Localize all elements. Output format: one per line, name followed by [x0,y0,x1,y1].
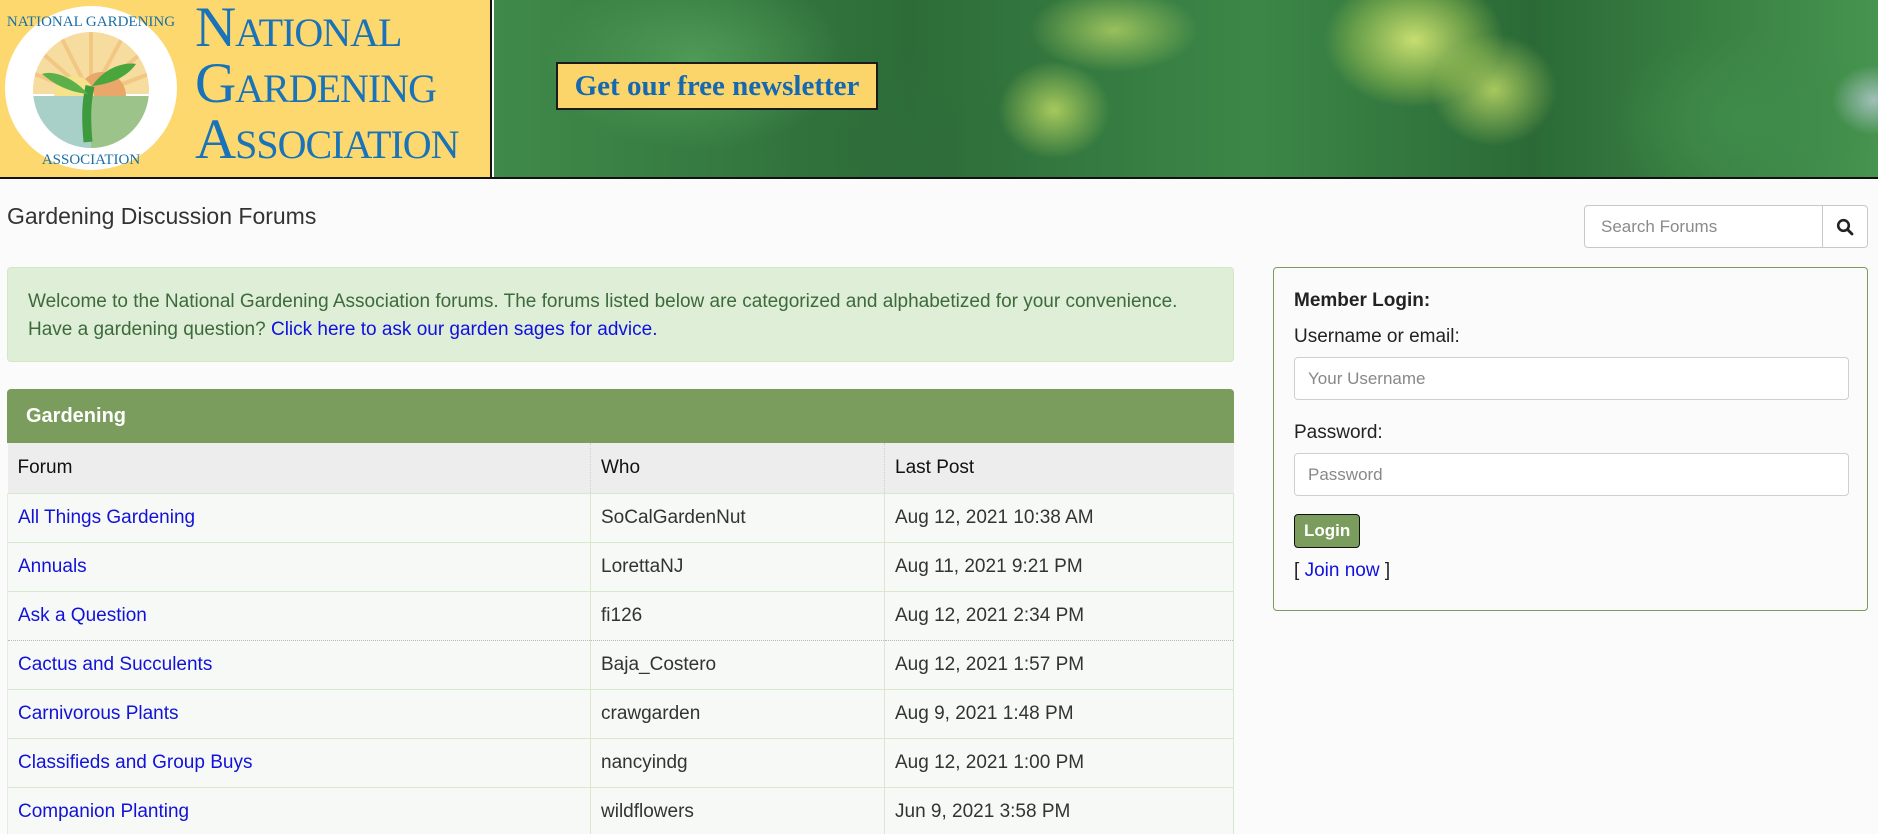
join-bracket-close: ] [1379,560,1391,581]
table-row: All Things Gardening SoCalGardenNut Aug … [7,492,1234,542]
who-cell: fi126 [590,590,885,640]
table-row: Annuals LorettaNJ Aug 11, 2021 9:21 PM [7,541,1234,591]
forum-cell: Classifieds and Group Buys [7,737,591,787]
forum-link[interactable]: Cactus and Succulents [18,654,212,675]
brand-wordmark: National Gardening Association [195,0,460,171]
join-now-link[interactable]: Join now [1305,560,1380,581]
table-row: Carnivorous Plants crawgarden Aug 9, 202… [7,688,1234,738]
last-post-cell: Aug 12, 2021 10:38 AM [884,492,1234,542]
forum-cell: Companion Planting [7,786,591,834]
last-post-cell: Aug 12, 2021 1:57 PM [884,639,1234,689]
password-input[interactable] [1294,453,1849,496]
page-title: Gardening Discussion Forums [7,203,317,229]
brand-line-3: Association [195,108,460,171]
search-button[interactable] [1822,206,1867,247]
table-header-row: Forum Who Last Post [7,443,1234,494]
table-row: Classifieds and Group Buys nancyindg Aug… [7,737,1234,787]
last-post-cell: Aug 12, 2021 2:34 PM [884,590,1234,640]
table-row: Companion Planting wildflowers Jun 9, 20… [7,786,1234,834]
nga-seal-logo-icon: NATIONAL GARDENING ASSOCIATION [5,6,177,170]
forum-link[interactable]: Annuals [18,556,87,577]
login-title: Member Login: [1294,290,1431,311]
forum-link[interactable]: Carnivorous Plants [18,703,179,724]
username-label: Username or email: [1294,326,1460,347]
newsletter-signup-button[interactable]: Get our free newsletter [556,62,878,110]
who-cell: wildflowers [590,786,885,834]
forum-cell: All Things Gardening [7,492,591,542]
who-cell: LorettaNJ [590,541,885,591]
forum-link[interactable]: Classifieds and Group Buys [18,752,252,773]
table-row: Ask a Question fi126 Aug 12, 2021 2:34 P… [7,590,1234,640]
who-cell: crawgarden [590,688,885,738]
forum-cell: Annuals [7,541,591,591]
brand-line-1: National [195,0,402,59]
last-post-cell: Jun 9, 2021 3:58 PM [884,786,1234,834]
welcome-alert: Welcome to the National Gardening Associ… [7,267,1234,362]
last-post-cell: Aug 11, 2021 9:21 PM [884,541,1234,591]
who-cell: nancyindg [590,737,885,787]
forum-cell: Ask a Question [7,590,591,640]
column-header-forum: Forum [7,443,591,494]
panel-title: Gardening [7,389,1234,443]
forum-link[interactable]: All Things Gardening [18,507,195,528]
search-icon [1836,218,1854,235]
site-banner: NATIONAL GARDENING ASSOCIATION National … [0,0,1878,179]
password-label: Password: [1294,422,1383,443]
username-input[interactable] [1294,357,1849,400]
forum-link[interactable]: Companion Planting [18,801,189,822]
forum-table: Forum Who Last Post All Things Gardening… [7,443,1234,834]
member-login-panel: Member Login: Username or email: Passwor… [1273,267,1868,611]
join-now-row: [ Join now ] [1294,560,1847,582]
who-cell: Baja_Costero [590,639,885,689]
brand-line-2: Gardening [195,52,437,115]
forum-cell: Carnivorous Plants [7,688,591,738]
search-forums-box [1584,205,1868,248]
brand-area[interactable]: NATIONAL GARDENING ASSOCIATION National … [0,0,492,177]
login-button[interactable]: Login [1294,514,1361,548]
who-cell: SoCalGardenNut [590,492,885,542]
seal-text: NATIONAL GARDENING [7,14,175,30]
column-header-who: Who [590,443,885,494]
last-post-cell: Aug 12, 2021 1:00 PM [884,737,1234,787]
gardening-forum-panel: Gardening Forum Who Last Post All Things… [7,389,1234,834]
ask-garden-sages-link[interactable]: Click here to ask our garden sages for a… [271,319,658,340]
join-bracket-open: [ [1294,560,1305,581]
svg-text:ASSOCIATION: ASSOCIATION [42,152,141,168]
search-input[interactable] [1585,206,1822,247]
forum-link[interactable]: Ask a Question [18,605,147,626]
table-row: Cactus and Succulents Baja_Costero Aug 1… [7,639,1234,689]
forum-cell: Cactus and Succulents [7,639,591,689]
column-header-last-post: Last Post [884,443,1234,494]
last-post-cell: Aug 9, 2021 1:48 PM [884,688,1234,738]
